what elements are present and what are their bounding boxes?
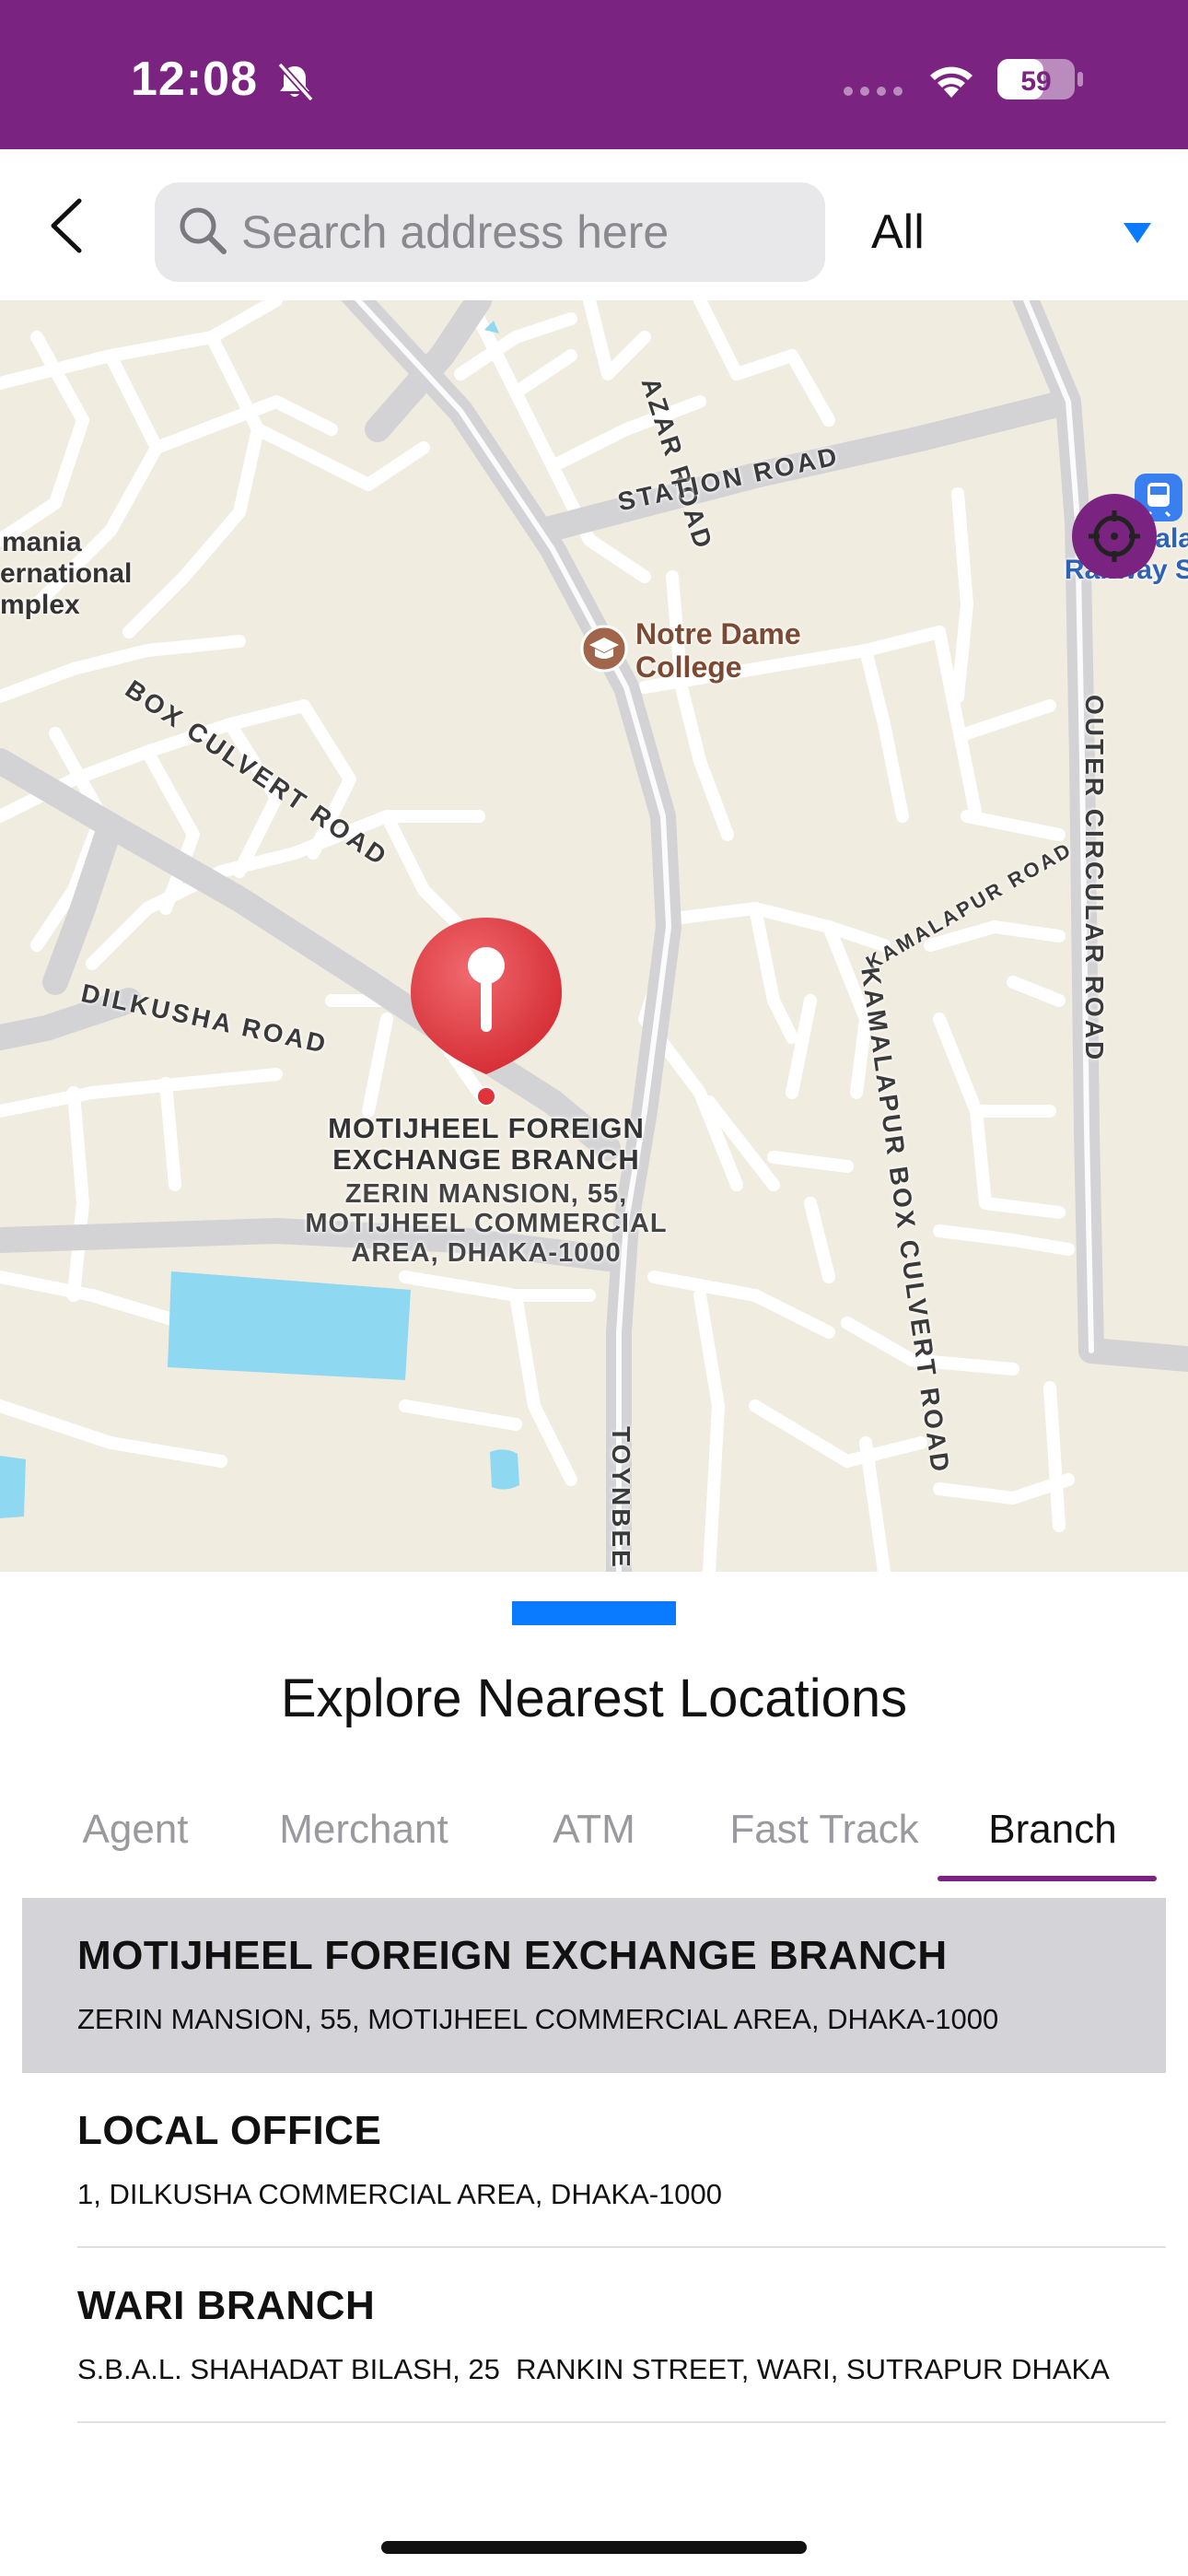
sheet-handle[interactable] [512,1601,676,1625]
tab-fast-track[interactable]: Fast Track [709,1793,939,1881]
map-roads [0,300,1188,1572]
locate-me-button[interactable] [1072,494,1157,579]
list-item[interactable]: LOCAL OFFICE 1, DILKUSHA COMMERCIAL AREA… [22,2073,1166,2248]
place-label-line: ernational [0,558,133,589]
list-item[interactable]: WARI BRANCH S.B.A.L. SHAHADAT BILASH, 25… [22,2248,1166,2423]
place-label-osmania: mania ernational mplex [0,527,132,621]
active-tab-indicator [938,1876,1157,1881]
location-address: 1, DILKUSHA COMMERCIAL AREA, DHAKA-1000 [77,2178,723,2210]
list-item[interactable]: MOTIJHEEL FOREIGN EXCHANGE BRANCH ZERIN … [22,1898,1166,2073]
search-bar[interactable] [155,182,825,282]
place-label-line: mania [2,527,82,557]
locations-sheet: Explore Nearest Locations Agent Merchant… [0,1572,1188,2576]
place-label-line: Notre Dame [635,617,801,650]
location-name: LOCAL OFFICE [77,2108,382,2153]
divider [77,2421,1166,2423]
battery-level: 59 [1020,66,1051,97]
caret-down-icon [1124,223,1151,243]
bell-muted-icon [277,62,314,101]
place-label-notre-dame[interactable]: Notre Dame College [635,617,801,684]
filter-value: All [871,205,925,259]
status-bar: 12:08 59 [0,0,1188,149]
location-address: S.B.A.L. SHAHADAT BILASH, 25 RANKIN STRE… [77,2353,1110,2385]
road-label-toynbee: TOYNBEE [607,1426,635,1570]
location-pin-icon[interactable] [405,912,567,1109]
location-name: MOTIJHEEL FOREIGN EXCHANGE BRANCH [77,1933,948,1978]
location-list: MOTIJHEEL FOREIGN EXCHANGE BRANCH ZERIN … [22,1898,1166,2423]
pin-title: MOTIJHEEL FOREIGN EXCHANGE BRANCH [328,1112,645,1176]
home-indicator [381,2541,807,2554]
status-time: 12:08 [131,53,258,106]
tab-merchant[interactable]: Merchant [249,1793,479,1881]
crosshair-icon [1089,510,1140,562]
cellular-signal-icon [844,87,903,96]
filter-dropdown[interactable]: All [856,182,1160,282]
tab-branch[interactable]: Branch [949,1793,1157,1881]
college-icon[interactable] [580,625,628,673]
search-icon [180,207,227,254]
location-name: WARI BRANCH [77,2283,376,2328]
search-input[interactable] [241,182,803,282]
pin-address: ZERIN MANSION, 55, MOTIJHEEL COMMERCIAL … [305,1179,668,1268]
tab-agent[interactable]: Agent [37,1793,234,1881]
road-label-outer-circular: OUTER CIRCULAR ROAD [1080,695,1109,1063]
map-view[interactable]: AZAR ROAD STATION ROAD BOX CULVERT ROAD … [0,300,1188,1572]
location-address: ZERIN MANSION, 55, MOTIJHEEL COMMERCIAL … [77,2003,999,2035]
tab-atm[interactable]: ATM [497,1793,691,1881]
place-label-line: mplex [0,590,80,620]
back-chevron-icon[interactable] [46,197,87,254]
location-type-tabs: Agent Merchant ATM Fast Track Branch [0,1793,1188,1881]
battery-icon: 59 [997,59,1083,100]
sheet-title: Explore Nearest Locations [280,1669,908,1728]
wifi-icon [930,66,973,98]
place-label-line: College [635,650,742,684]
search-header: All [0,149,1188,300]
